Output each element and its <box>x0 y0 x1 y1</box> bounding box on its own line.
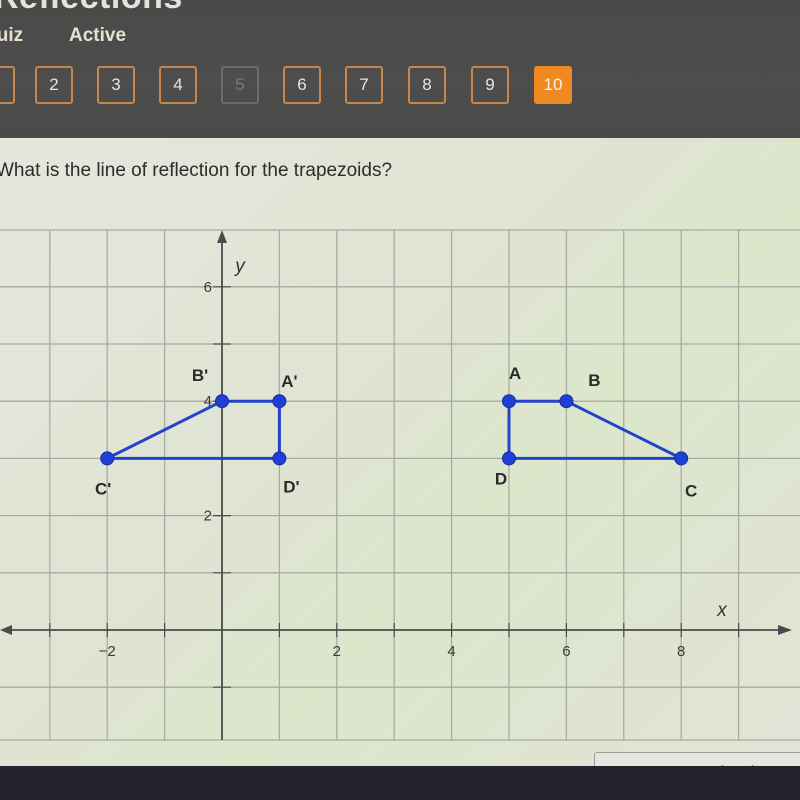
vertex-point <box>559 394 574 409</box>
y-axis-label: y <box>233 256 246 277</box>
vertex-point <box>215 394 229 409</box>
axes: −2 2 4 6 8246xy <box>0 230 792 740</box>
coordinate-graph: −2 2 4 6 8246xy A BCDA'B'C' D' <box>0 229 800 741</box>
x-axis-arrow-icon <box>778 625 792 635</box>
vertex-label: D <box>495 469 507 488</box>
trapezoid-image <box>105 399 281 460</box>
vertex-point <box>502 451 516 466</box>
vertex-point <box>674 451 689 466</box>
vertex-point <box>100 451 115 466</box>
x-axis-arrow-left-icon <box>0 625 12 635</box>
x-tick-label: 8 <box>677 643 685 660</box>
vertex-label: A <box>509 364 521 383</box>
x-tick-label: 4 <box>447 643 455 660</box>
vertex-label: C <box>685 481 697 500</box>
x-axis-label: x <box>716 600 728 621</box>
grid <box>0 229 800 741</box>
vertex-label: C' <box>95 479 111 498</box>
y-tick-label: 6 <box>204 279 212 296</box>
vertex-point <box>272 451 287 466</box>
vertex-label: D' <box>283 477 299 496</box>
y-tick-label: 2 <box>204 508 212 525</box>
x-tick-label: −2 <box>99 643 116 660</box>
screen-bezel <box>0 766 800 800</box>
vertex-labels: A B C D A' B' C' D' <box>95 364 697 500</box>
x-tick-label: 6 <box>562 643 570 660</box>
vertex-point <box>272 394 287 409</box>
x-tick-label: 2 <box>333 643 341 660</box>
vertex-point <box>502 394 516 409</box>
trapezoid-abcd <box>507 399 683 460</box>
vertex-label: A' <box>281 372 297 391</box>
vertex-label: B' <box>192 366 208 385</box>
y-axis-arrow-icon <box>217 230 227 243</box>
vertex-label: B <box>588 371 600 390</box>
